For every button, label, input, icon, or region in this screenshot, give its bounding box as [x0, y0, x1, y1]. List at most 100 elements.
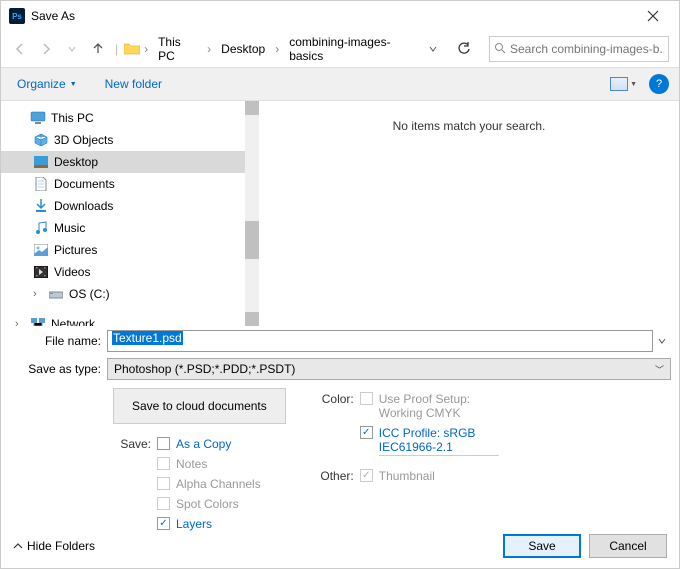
breadcrumb-folder[interactable]: combining-images-basics — [283, 32, 419, 66]
forward-button[interactable] — [35, 37, 57, 61]
cube-icon — [33, 132, 49, 148]
tree-label: OS (C:) — [69, 287, 110, 301]
new-folder-button[interactable]: New folder — [99, 73, 168, 95]
tree-network[interactable]: › Network — [1, 313, 259, 326]
network-icon — [30, 316, 46, 326]
up-button[interactable] — [87, 37, 109, 61]
view-options[interactable]: ▼ — [610, 77, 637, 91]
toolbar: Organize▼ New folder ▼ ? — [1, 67, 679, 101]
help-button[interactable]: ? — [649, 74, 669, 94]
checkbox-icc[interactable] — [360, 426, 373, 439]
scroll-down-arrow[interactable] — [245, 312, 259, 326]
refresh-button[interactable] — [451, 35, 477, 63]
tree-music[interactable]: Music — [1, 217, 259, 239]
desktop-icon — [33, 154, 49, 170]
chevron-right-icon: › — [15, 318, 25, 326]
hide-folders-label: Hide Folders — [27, 539, 95, 553]
tree-scrollbar[interactable] — [245, 101, 259, 326]
tree-downloads[interactable]: Downloads — [1, 195, 259, 217]
icc-label-b[interactable]: IEC61966-2.1 — [379, 440, 499, 454]
file-name-input[interactable]: Texture1.psd — [107, 330, 653, 352]
alpha-label: Alpha Channels — [176, 477, 261, 491]
tree-os-drive[interactable]: › OS (C:) — [1, 283, 259, 305]
search-input[interactable] — [510, 42, 664, 56]
proof-label-b: Working CMYK — [379, 406, 470, 420]
tree-this-pc[interactable]: This PC — [1, 107, 259, 129]
chevron-right-icon: › — [33, 288, 43, 300]
checkbox-spot — [157, 497, 170, 510]
tree-documents[interactable]: Documents — [1, 173, 259, 195]
save-cloud-button[interactable]: Save to cloud documents — [113, 388, 286, 424]
cancel-button[interactable]: Cancel — [589, 534, 667, 558]
file-name-dropdown[interactable] — [653, 337, 671, 345]
folder-icon — [124, 42, 140, 56]
chevron-right-icon[interactable]: › — [144, 42, 148, 56]
photoshop-icon: Ps — [9, 8, 25, 24]
pictures-icon — [33, 242, 49, 258]
save-button[interactable]: Save — [503, 534, 581, 558]
tree-label: Network — [51, 317, 95, 326]
color-label: Color: — [316, 392, 354, 406]
breadcrumb-desktop[interactable]: Desktop — [215, 39, 271, 59]
scroll-thumb[interactable] — [245, 221, 259, 259]
tree-label: Pictures — [54, 243, 97, 257]
chevron-right-icon[interactable]: › — [207, 42, 211, 56]
notes-label: Notes — [176, 457, 207, 471]
file-list: No items match your search. — [259, 101, 679, 326]
as-copy-label[interactable]: As a Copy — [176, 437, 231, 451]
other-label: Other: — [316, 469, 354, 483]
organize-button[interactable]: Organize▼ — [11, 73, 83, 95]
music-icon — [33, 220, 49, 236]
search-box[interactable] — [489, 36, 669, 62]
tree-label: Desktop — [54, 155, 98, 169]
tree-pictures[interactable]: Pictures — [1, 239, 259, 261]
tree-label: Documents — [54, 177, 115, 191]
documents-icon — [33, 176, 49, 192]
thumbnail-label: Thumbnail — [379, 469, 435, 483]
save-type-row: Save as type: Photoshop (*.PSD;*.PDD;*.P… — [1, 356, 679, 382]
icc-label-a[interactable]: ICC Profile: sRGB — [379, 426, 499, 440]
back-button[interactable] — [9, 37, 31, 61]
hide-folders-button[interactable]: Hide Folders — [13, 539, 95, 553]
save-options: Save to cloud documents Save: As a Copy … — [1, 382, 679, 531]
title-bar: Ps Save As — [1, 1, 679, 31]
empty-message: No items match your search. — [277, 119, 661, 133]
proof-label-a: Use Proof Setup: — [379, 392, 470, 406]
search-icon — [494, 42, 506, 57]
recent-dropdown[interactable] — [61, 37, 83, 61]
nav-bar: | › This PC › Desktop › combining-images… — [1, 31, 679, 67]
close-button[interactable] — [635, 1, 671, 31]
tree-videos[interactable]: Videos — [1, 261, 259, 283]
tree-label: Videos — [54, 265, 90, 279]
footer: Hide Folders Save Cancel — [1, 524, 679, 568]
underline — [379, 455, 499, 456]
save-label: Save: — [113, 437, 151, 451]
checkbox-thumbnail — [360, 469, 373, 482]
window-title: Save As — [31, 9, 635, 23]
tree-label: Downloads — [54, 199, 113, 213]
checkbox-alpha — [157, 477, 170, 490]
tree-label: Music — [54, 221, 85, 235]
scroll-up-arrow[interactable] — [245, 101, 259, 115]
tree-label: This PC — [51, 111, 94, 125]
file-name-value: Texture1.psd — [112, 331, 183, 345]
spot-label: Spot Colors — [176, 497, 239, 511]
breadcrumb-dropdown[interactable] — [423, 38, 443, 60]
tree-3d-objects[interactable]: 3D Objects — [1, 129, 259, 151]
checkbox-proof — [360, 392, 373, 405]
separator: | — [115, 42, 118, 56]
tree-desktop[interactable]: Desktop — [1, 151, 259, 173]
chevron-down-icon: ﹀ — [655, 363, 664, 376]
videos-icon — [33, 264, 49, 280]
file-name-row: File name: Texture1.psd — [1, 328, 679, 354]
chevron-right-icon[interactable]: › — [275, 42, 279, 56]
save-type-label: Save as type: — [9, 362, 107, 376]
save-type-value: Photoshop (*.PSD;*.PDD;*.PSDT) — [114, 362, 295, 376]
downloads-icon — [33, 198, 49, 214]
tree-label: 3D Objects — [54, 133, 113, 147]
breadcrumb-this-pc[interactable]: This PC — [152, 32, 203, 66]
view-icon — [610, 77, 628, 91]
folder-tree[interactable]: This PC 3D Objects Desktop Documents Dow… — [1, 101, 259, 326]
save-type-dropdown[interactable]: Photoshop (*.PSD;*.PDD;*.PSDT) ﹀ — [107, 358, 671, 380]
checkbox-as-copy[interactable] — [157, 437, 170, 450]
